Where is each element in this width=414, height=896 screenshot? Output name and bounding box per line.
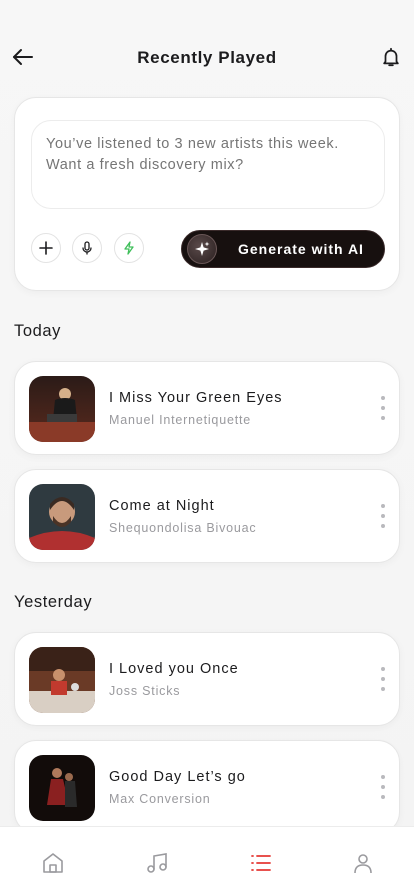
ai-prompt-input[interactable] [31, 120, 385, 209]
nav-music[interactable] [143, 849, 171, 877]
notifications-button[interactable] [376, 42, 406, 72]
nav-playlist[interactable] [247, 849, 275, 877]
nav-home[interactable] [39, 849, 67, 877]
add-button[interactable] [31, 233, 61, 263]
recently-played-screen: Recently Played You’ve listened to 3 new… [0, 0, 414, 896]
sparkle-icon [187, 234, 217, 264]
quick-mix-button[interactable] [114, 233, 144, 263]
profile-icon [354, 854, 372, 874]
track-title: I Miss Your Green Eyes [109, 390, 283, 406]
list-icon [251, 855, 271, 871]
bell-icon [383, 47, 399, 67]
track-row[interactable]: I Loved you Once Joss Sticks [14, 632, 400, 726]
bottom-nav [0, 826, 414, 896]
album-cover [29, 376, 95, 442]
generate-with-ai-button[interactable]: Generate with AI [181, 230, 385, 268]
more-vertical-icon [381, 775, 385, 779]
track-artist: Joss Sticks [109, 684, 181, 698]
microphone-icon [82, 241, 92, 255]
header: Recently Played [0, 36, 414, 80]
track-row[interactable]: Come at Night Shequondolisa Bivouac [14, 469, 400, 563]
track-artist: Shequondolisa Bivouac [109, 521, 257, 535]
page-title: Recently Played [137, 48, 277, 67]
track-title: Good Day Let’s go [109, 769, 246, 785]
plus-icon [39, 241, 53, 255]
voice-input-button[interactable] [72, 233, 102, 263]
track-row[interactable]: I Miss Your Green Eyes Manuel Internetiq… [14, 361, 400, 455]
section-title-yesterday: Yesterday [14, 593, 93, 611]
album-cover [29, 647, 95, 713]
track-row[interactable]: Good Day Let’s go Max Conversion [14, 740, 400, 834]
album-cover [29, 484, 95, 550]
track-title: Come at Night [109, 498, 215, 514]
track-artist: Manuel Internetiquette [109, 413, 251, 427]
music-icon [147, 853, 167, 873]
more-options-button[interactable] [377, 396, 389, 420]
more-options-button[interactable] [377, 504, 389, 528]
home-icon [43, 853, 63, 873]
track-artist: Max Conversion [109, 792, 211, 806]
section-title-today: Today [14, 322, 62, 340]
more-vertical-icon [381, 667, 385, 671]
more-vertical-icon [381, 504, 385, 508]
track-title: I Loved you Once [109, 661, 239, 677]
lightning-icon [124, 241, 134, 255]
more-options-button[interactable] [377, 667, 389, 691]
nav-profile[interactable] [349, 849, 377, 877]
album-cover [29, 755, 95, 821]
more-options-button[interactable] [377, 775, 389, 799]
generate-button-label: Generate with AI [238, 241, 364, 257]
more-vertical-icon [381, 396, 385, 400]
ai-mix-card: Generate with AI [14, 97, 400, 291]
